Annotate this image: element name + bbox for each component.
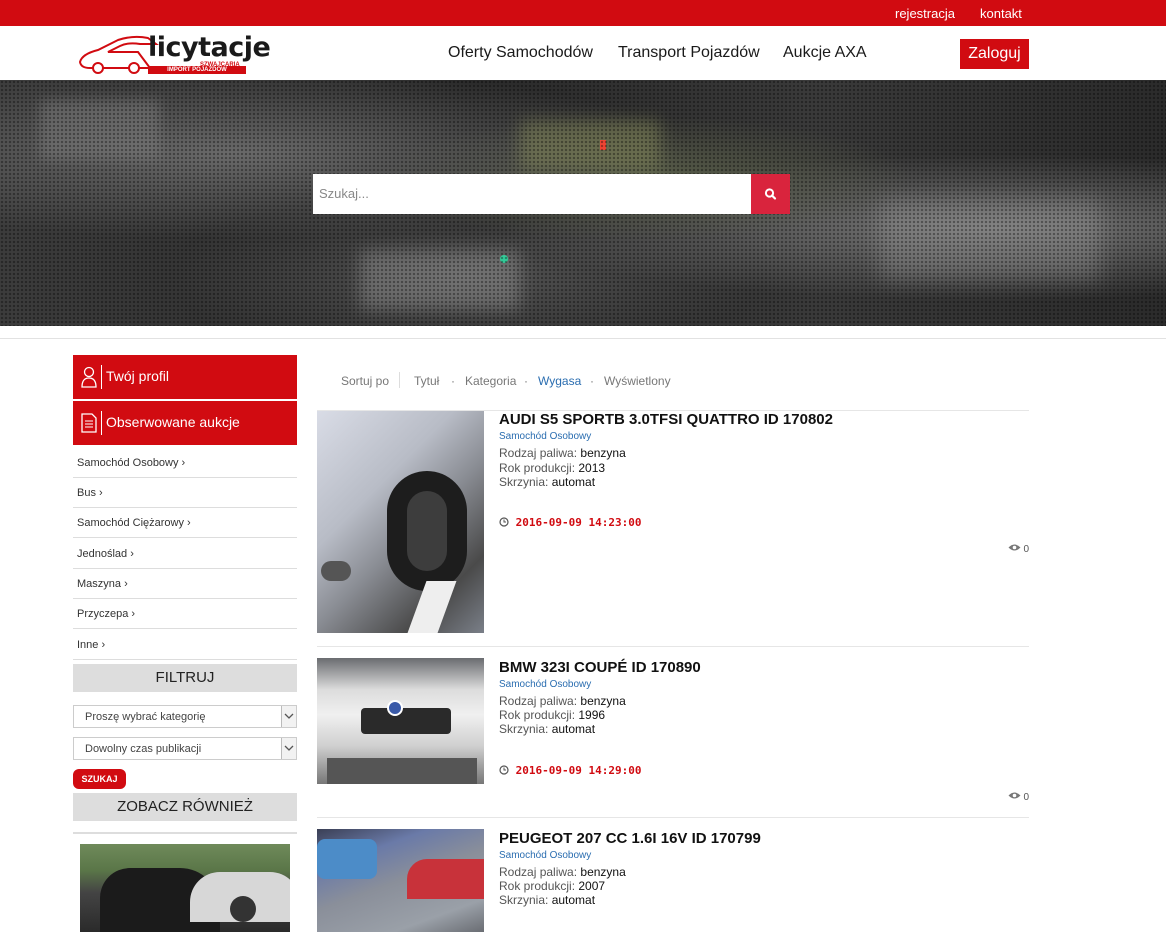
- profile-button[interactable]: Twój profil: [73, 355, 297, 399]
- nav-car-offers[interactable]: Oferty Samochodów: [448, 44, 593, 62]
- register-link[interactable]: rejestracja: [895, 6, 955, 21]
- sort-viewed[interactable]: Wyświetlony: [604, 374, 671, 388]
- nav-axa-auctions[interactable]: Aukcje AXA: [783, 44, 867, 62]
- sort-title[interactable]: Tytuł: [414, 374, 439, 388]
- watched-auctions-label: Obserwowane aukcje: [106, 414, 240, 430]
- clock-icon: [499, 517, 509, 527]
- search-button[interactable]: [751, 174, 790, 214]
- profile-label: Twój profil: [106, 368, 170, 384]
- listing-item[interactable]: PEUGEOT 207 CC 1.6I 16V ID 170799 Samoch…: [317, 817, 1029, 932]
- eye-icon: [1008, 544, 1021, 551]
- see-also-image[interactable]: [80, 844, 290, 932]
- contact-link[interactable]: kontakt: [980, 6, 1022, 21]
- chevron-down-icon: [284, 713, 294, 719]
- listing-views: 0: [1008, 543, 1029, 555]
- filter-search-button[interactable]: SZUKAJ: [73, 769, 126, 789]
- category-item[interactable]: Bus ›: [73, 478, 297, 508]
- listing-end-date: 2016-09-09 14:29:00: [499, 764, 641, 777]
- listing-category[interactable]: Samochód Osobowy: [499, 431, 591, 442]
- listing-year: Rok produkcji: 1996: [499, 708, 606, 722]
- time-select[interactable]: Dowolny czas publikacji: [73, 737, 297, 760]
- listing-views: 0: [1008, 791, 1029, 803]
- category-item[interactable]: Samochód Osobowy ›: [73, 448, 297, 478]
- listing-fuel: Rodzaj paliwa: benzyna: [499, 694, 626, 708]
- listing-gearbox: Skrzynia: automat: [499, 475, 596, 489]
- listing-year: Rok produkcji: 2013: [499, 461, 606, 475]
- watched-auctions-button[interactable]: Obserwowane aukcje: [73, 401, 297, 445]
- listing-image[interactable]: [317, 658, 484, 784]
- listing-gearbox: Skrzynia: automat: [499, 893, 596, 907]
- category-item[interactable]: Maszyna ›: [73, 569, 297, 599]
- listing-fuel: Rodzaj paliwa: benzyna: [499, 446, 626, 460]
- filter-heading: FILTRUJ: [73, 664, 297, 692]
- logo-name: licytacje: [148, 32, 271, 63]
- listing-image[interactable]: [317, 411, 484, 633]
- logo-subline: IMPORT POJAZDÓW: [148, 66, 246, 74]
- clock-icon: [499, 765, 509, 775]
- listing-category[interactable]: Samochód Osobowy: [499, 850, 591, 861]
- category-item[interactable]: Inne ›: [73, 630, 297, 660]
- listing-image[interactable]: [317, 829, 484, 932]
- top-bar: rejestracja kontakt: [0, 0, 1166, 26]
- nav-vehicle-transport[interactable]: Transport Pojazdów: [618, 44, 760, 62]
- listing-end-date: 2016-09-09 14:23:00: [499, 516, 641, 529]
- listing-gearbox: Skrzynia: automat: [499, 722, 596, 736]
- sort-expires[interactable]: Wygasa: [538, 374, 581, 388]
- listing-item[interactable]: AUDI S5 SPORTB 3.0TFSI QUATTRO ID 170802…: [317, 410, 1029, 646]
- sort-category[interactable]: Kategoria: [465, 374, 516, 388]
- listing-fuel: Rodzaj paliwa: benzyna: [499, 865, 626, 879]
- search-input[interactable]: Szukaj...: [313, 174, 751, 214]
- category-item[interactable]: Jednoślad ›: [73, 539, 297, 569]
- listing-title[interactable]: BMW 323I COUPÉ ID 170890: [499, 659, 701, 676]
- listing-year: Rok produkcji: 2007: [499, 879, 606, 893]
- login-button[interactable]: Zaloguj: [960, 39, 1029, 69]
- listing-title[interactable]: PEUGEOT 207 CC 1.6I 16V ID 170799: [499, 830, 761, 847]
- sort-label: Sortuj po: [341, 374, 390, 388]
- listing-title[interactable]: AUDI S5 SPORTB 3.0TFSI QUATTRO ID 170802: [499, 411, 833, 428]
- document-icon: [81, 413, 97, 433]
- see-also-heading: ZOBACZ RÓWNIEŻ: [73, 793, 297, 821]
- section-divider: [0, 338, 1166, 339]
- user-icon: [81, 366, 97, 388]
- listing-item[interactable]: BMW 323I COUPÉ ID 170890 Samochód Osobow…: [317, 646, 1029, 826]
- category-item[interactable]: Przyczepa ›: [73, 599, 297, 629]
- category-select[interactable]: Proszę wybrać kategorię: [73, 705, 297, 728]
- listing-category[interactable]: Samochód Osobowy: [499, 679, 591, 690]
- chevron-down-icon: [284, 745, 294, 751]
- eye-icon: [1008, 792, 1021, 799]
- see-also-divider: [73, 832, 297, 834]
- category-item[interactable]: Samochód Ciężarowy ›: [73, 508, 297, 538]
- search-icon: [764, 188, 777, 200]
